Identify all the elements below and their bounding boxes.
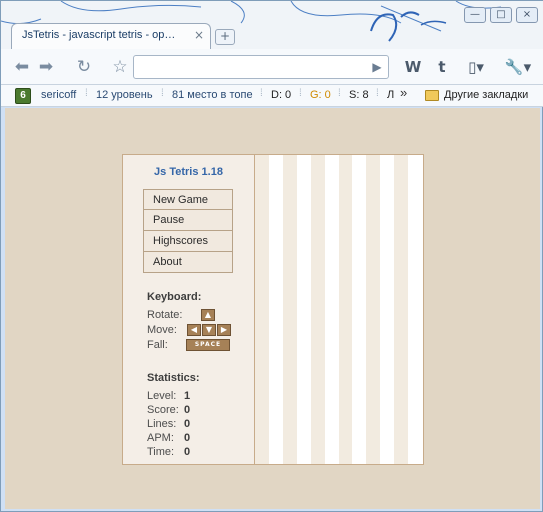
pause-button[interactable]: Pause (143, 210, 233, 231)
board-column (269, 155, 283, 464)
page-content: Js Tetris 1.18 New Game Pause Highscores… (5, 108, 540, 509)
board-column (325, 155, 339, 464)
fall-label: Fall: (147, 339, 168, 351)
folder-icon (425, 90, 439, 101)
address-bar[interactable] (133, 55, 389, 79)
separator-icon: ⁞ (299, 88, 302, 99)
bookmarks-more-button[interactable]: » (400, 85, 407, 100)
lines-value: 0 (184, 418, 191, 430)
go-icon[interactable]: ▶ (367, 57, 387, 77)
board-column (338, 155, 353, 464)
stat-label: Lines: (147, 418, 177, 430)
other-bookmarks[interactable]: Другие закладки (444, 89, 528, 101)
extension-icon[interactable]: W (401, 57, 425, 77)
rotate-label: Rotate: (147, 309, 183, 321)
minimize-button[interactable]: — (464, 7, 486, 23)
tab-close-icon[interactable]: × (194, 28, 204, 42)
forward-icon[interactable]: ➡ (35, 56, 57, 78)
separator-icon: ⁞ (260, 88, 263, 99)
keyboard-heading: Keyboard: (147, 291, 202, 303)
bookmark-item[interactable]: sericoff (41, 89, 76, 101)
separator-icon: ⁞ (161, 88, 164, 99)
statistics-heading: Statistics: (147, 372, 200, 384)
browser-window: JsTetris - javascript tetris - op… × + —… (0, 0, 543, 512)
right-arrow-icon: ▶ (217, 324, 231, 336)
board-column (366, 155, 381, 464)
wrench-icon[interactable]: 🔧▾ (503, 57, 533, 77)
star-icon[interactable]: ☆ (109, 56, 131, 78)
back-icon[interactable]: ⬅ (11, 56, 33, 78)
maximize-button[interactable]: □ (490, 7, 512, 23)
about-button[interactable]: About (143, 252, 233, 273)
new-game-button[interactable]: New Game (143, 189, 233, 210)
time-value: 0 (184, 446, 191, 458)
board-column (297, 155, 311, 464)
game-menu: New Game Pause Highscores About (143, 189, 233, 273)
stat-label: APM: (147, 432, 174, 444)
page-menu-icon[interactable]: ▯▾ (463, 57, 489, 77)
bookmark-item[interactable]: D: 0 (271, 89, 291, 101)
game-board[interactable] (254, 155, 423, 464)
bookmark-badge-icon: 6 (15, 88, 31, 104)
tetris-game: Js Tetris 1.18 New Game Pause Highscores… (122, 154, 424, 465)
bookmark-item[interactable]: 12 уровень (96, 89, 153, 101)
separator-icon: ⁞ (338, 88, 341, 99)
stat-label: Time: (147, 446, 175, 458)
board-column (352, 155, 366, 464)
reload-icon[interactable]: ↻ (73, 56, 95, 78)
left-arrow-icon: ◀ (187, 324, 201, 336)
separator-icon: ⁞ (376, 88, 379, 99)
navigation-toolbar: ⬅ ➡ ↻ ☆ ▶ W t ▯▾ 🔧▾ (1, 49, 543, 85)
board-column (255, 155, 269, 464)
space-key-icon: SPACE (186, 339, 230, 351)
browser-tab[interactable]: JsTetris - javascript tetris - op… × (11, 23, 211, 49)
board-column (380, 155, 394, 464)
separator-icon: ⁞ (85, 88, 88, 99)
close-window-button[interactable]: × (516, 7, 538, 23)
board-column (394, 155, 409, 464)
move-label: Move: (147, 324, 177, 336)
game-title: Js Tetris 1.18 (154, 166, 223, 178)
new-tab-button[interactable]: + (215, 29, 235, 45)
game-sidebar: Js Tetris 1.18 New Game Pause Highscores… (123, 155, 254, 464)
board-column (282, 155, 297, 464)
title-bar: JsTetris - javascript tetris - op… × + —… (1, 1, 543, 49)
board-column (310, 155, 325, 464)
bookmark-item[interactable]: Л (387, 89, 394, 101)
bookmark-item[interactable]: G: 0 (310, 89, 331, 101)
apm-value: 0 (184, 432, 191, 444)
highscores-button[interactable]: Highscores (143, 231, 233, 252)
stat-label: Level: (147, 390, 177, 402)
extension-t-icon[interactable]: t (433, 57, 451, 77)
down-arrow-icon: ▼ (202, 324, 216, 336)
board-column (408, 155, 423, 464)
bookmarks-bar: 6 sericoff ⁞ 12 уровень ⁞ 81 место в топ… (1, 85, 543, 107)
bookmark-item[interactable]: S: 8 (349, 89, 369, 101)
bookmark-item[interactable]: 81 место в топе (172, 89, 253, 101)
stat-label: Score: (147, 404, 179, 416)
up-arrow-icon: ▲ (201, 309, 215, 321)
score-value: 0 (184, 404, 191, 416)
window-controls: — □ × (464, 7, 538, 23)
tab-title: JsTetris - javascript tetris - op… (22, 29, 176, 41)
level-value: 1 (184, 390, 191, 402)
